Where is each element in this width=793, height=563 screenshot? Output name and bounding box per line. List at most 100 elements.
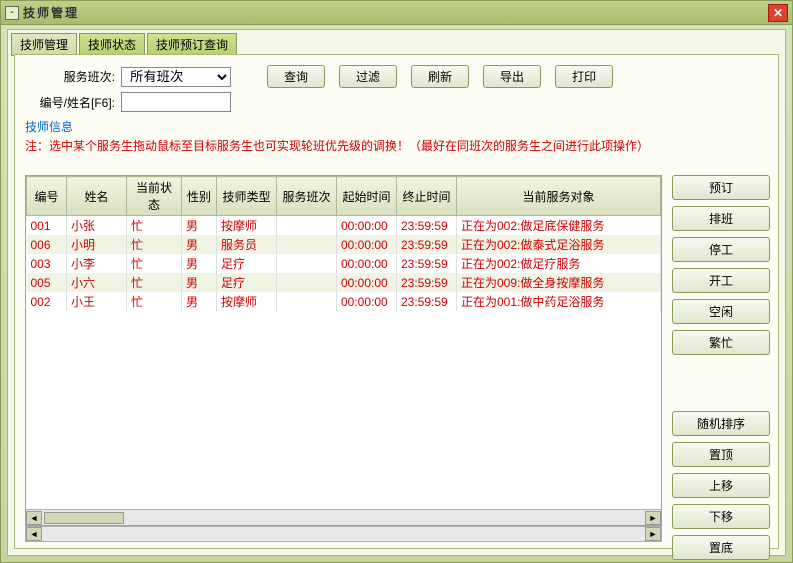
search-label: 编号/姓名[F6]: xyxy=(25,94,115,111)
cell-start: 00:00:00 xyxy=(337,292,397,311)
schedule-button[interactable]: 排班 xyxy=(672,206,770,231)
cell-end: 23:59:59 xyxy=(397,254,457,273)
cell-type: 服务员 xyxy=(217,235,277,254)
col-name[interactable]: 姓名 xyxy=(67,177,127,216)
col-id[interactable]: 编号 xyxy=(27,177,67,216)
col-end[interactable]: 终止时间 xyxy=(397,177,457,216)
cell-start: 00:00:00 xyxy=(337,235,397,254)
cell-type: 按摩师 xyxy=(217,292,277,311)
cell-id: 002 xyxy=(27,292,67,311)
cell-name: 小六 xyxy=(67,273,127,292)
cell-end: 23:59:59 xyxy=(397,292,457,311)
refresh-button[interactable]: 刷新 xyxy=(411,65,469,88)
content-panel: 服务班次: 所有班次 查询 过滤 刷新 导出 打印 编号/姓名[F6]: xyxy=(14,54,779,549)
cell-gender: 男 xyxy=(182,216,217,236)
cell-type: 足疗 xyxy=(217,273,277,292)
cell-name: 小明 xyxy=(67,235,127,254)
cell-name: 小李 xyxy=(67,254,127,273)
cell-status: 忙 xyxy=(127,292,182,311)
tab-bar: 技师管理 技师状态 技师预订查询 xyxy=(8,30,785,56)
cell-type: 足疗 xyxy=(217,254,277,273)
move-up-button[interactable]: 上移 xyxy=(672,473,770,498)
cell-shift xyxy=(277,216,337,236)
titlebar: - 技师管理 ✕ xyxy=(1,1,792,25)
col-type[interactable]: 技师类型 xyxy=(217,177,277,216)
move-bottom-button[interactable]: 置底 xyxy=(672,535,770,560)
table-row[interactable]: 001小张忙男按摩师 00:00:0023:59:59正在为002:做足底保健服务 xyxy=(27,216,661,236)
bottom-scrollbar[interactable]: ◄ ► xyxy=(25,526,662,542)
main-window: - 技师管理 ✕ 技师管理 技师状态 技师预订查询 服务班次: 所有班次 查询 … xyxy=(0,0,793,563)
random-sort-button[interactable]: 随机排序 xyxy=(672,411,770,436)
cell-shift xyxy=(277,273,337,292)
technician-table: 编号 姓名 当前状态 性别 技师类型 服务班次 起始时间 终止时间 当前服务对象… xyxy=(25,175,662,526)
horizontal-scrollbar[interactable]: ◄ ► xyxy=(26,509,661,525)
table-row[interactable]: 005小六忙男足疗00:00:0023:59:59正在为009:做全身按摩服务 xyxy=(27,273,661,292)
start-button[interactable]: 开工 xyxy=(672,268,770,293)
tab-technician-status[interactable]: 技师状态 xyxy=(79,33,145,56)
table-row[interactable]: 003小李忙男足疗 00:00:0023:59:59正在为002:做足疗服务 xyxy=(27,254,661,273)
cell-status: 忙 xyxy=(127,254,182,273)
idle-button[interactable]: 空闲 xyxy=(672,299,770,324)
cell-status: 忙 xyxy=(127,216,182,236)
cell-status: 忙 xyxy=(127,273,182,292)
scroll-right-icon[interactable]: ► xyxy=(645,527,661,541)
cell-name: 小王 xyxy=(67,292,127,311)
table-row[interactable]: 002小王忙男按摩师 00:00:0023:59:59正在为001:做中药足浴服务 xyxy=(27,292,661,311)
scroll-left-icon[interactable]: ◄ xyxy=(26,511,42,525)
cell-gender: 男 xyxy=(182,292,217,311)
busy-button[interactable]: 繁忙 xyxy=(672,330,770,355)
cell-target: 正在为002:做足底保健服务 xyxy=(457,216,661,236)
cell-name: 小张 xyxy=(67,216,127,236)
filter-button[interactable]: 过滤 xyxy=(339,65,397,88)
cell-end: 23:59:59 xyxy=(397,235,457,254)
cell-start: 00:00:00 xyxy=(337,254,397,273)
move-down-button[interactable]: 下移 xyxy=(672,504,770,529)
cell-end: 23:59:59 xyxy=(397,216,457,236)
info-label: 技师信息 xyxy=(25,118,768,135)
table-header-row: 编号 姓名 当前状态 性别 技师类型 服务班次 起始时间 终止时间 当前服务对象 xyxy=(27,177,661,216)
scroll-thumb[interactable] xyxy=(44,512,124,524)
filter-fields: 服务班次: 所有班次 查询 过滤 刷新 导出 打印 编号/姓名[F6]: xyxy=(25,65,768,112)
cell-shift xyxy=(277,292,337,311)
cell-id: 006 xyxy=(27,235,67,254)
search-input[interactable] xyxy=(121,92,231,112)
query-button[interactable]: 查询 xyxy=(267,65,325,88)
cell-gender: 男 xyxy=(182,235,217,254)
scroll-left-icon[interactable]: ◄ xyxy=(26,527,42,541)
cell-target: 正在为001:做中药足浴服务 xyxy=(457,292,661,311)
note-text: 注：选中某个服务生拖动鼠标至目标服务生也可实现轮班优先级的调换！（最好在同班次的… xyxy=(25,137,768,154)
close-button[interactable]: ✕ xyxy=(768,4,788,22)
scroll-right-icon[interactable]: ► xyxy=(645,511,661,525)
window-title: 技师管理 xyxy=(23,4,768,21)
cell-id: 003 xyxy=(27,254,67,273)
toolbar: 查询 过滤 刷新 导出 打印 xyxy=(267,65,613,88)
export-button[interactable]: 导出 xyxy=(483,65,541,88)
col-shift[interactable]: 服务班次 xyxy=(277,177,337,216)
cell-shift xyxy=(277,235,337,254)
cell-target: 正在为002:做足疗服务 xyxy=(457,254,661,273)
cell-type: 按摩师 xyxy=(217,216,277,236)
cell-target: 正在为009:做全身按摩服务 xyxy=(457,273,661,292)
cell-target: 正在为002:做泰式足浴服务 xyxy=(457,235,661,254)
col-gender[interactable]: 性别 xyxy=(182,177,217,216)
col-target[interactable]: 当前服务对象 xyxy=(457,177,661,216)
cell-id: 001 xyxy=(27,216,67,236)
stop-button[interactable]: 停工 xyxy=(672,237,770,262)
col-start[interactable]: 起始时间 xyxy=(337,177,397,216)
table-row[interactable]: 006小明忙男服务员 00:00:0023:59:59正在为002:做泰式足浴服务 xyxy=(27,235,661,254)
cell-gender: 男 xyxy=(182,273,217,292)
window-body: 技师管理 技师状态 技师预订查询 服务班次: 所有班次 查询 过滤 刷新 导出 … xyxy=(7,29,786,556)
reserve-button[interactable]: 预订 xyxy=(672,175,770,200)
cell-shift xyxy=(277,254,337,273)
shift-select[interactable]: 所有班次 xyxy=(121,67,231,87)
cell-gender: 男 xyxy=(182,254,217,273)
cell-start: 00:00:00 xyxy=(337,216,397,236)
tab-reservation-query[interactable]: 技师预订查询 xyxy=(147,33,237,56)
print-button[interactable]: 打印 xyxy=(555,65,613,88)
minimize-icon[interactable]: - xyxy=(5,6,19,20)
move-top-button[interactable]: 置顶 xyxy=(672,442,770,467)
col-status[interactable]: 当前状态 xyxy=(127,177,182,216)
cell-start: 00:00:00 xyxy=(337,273,397,292)
cell-status: 忙 xyxy=(127,235,182,254)
tab-technician-manage[interactable]: 技师管理 xyxy=(11,33,77,56)
